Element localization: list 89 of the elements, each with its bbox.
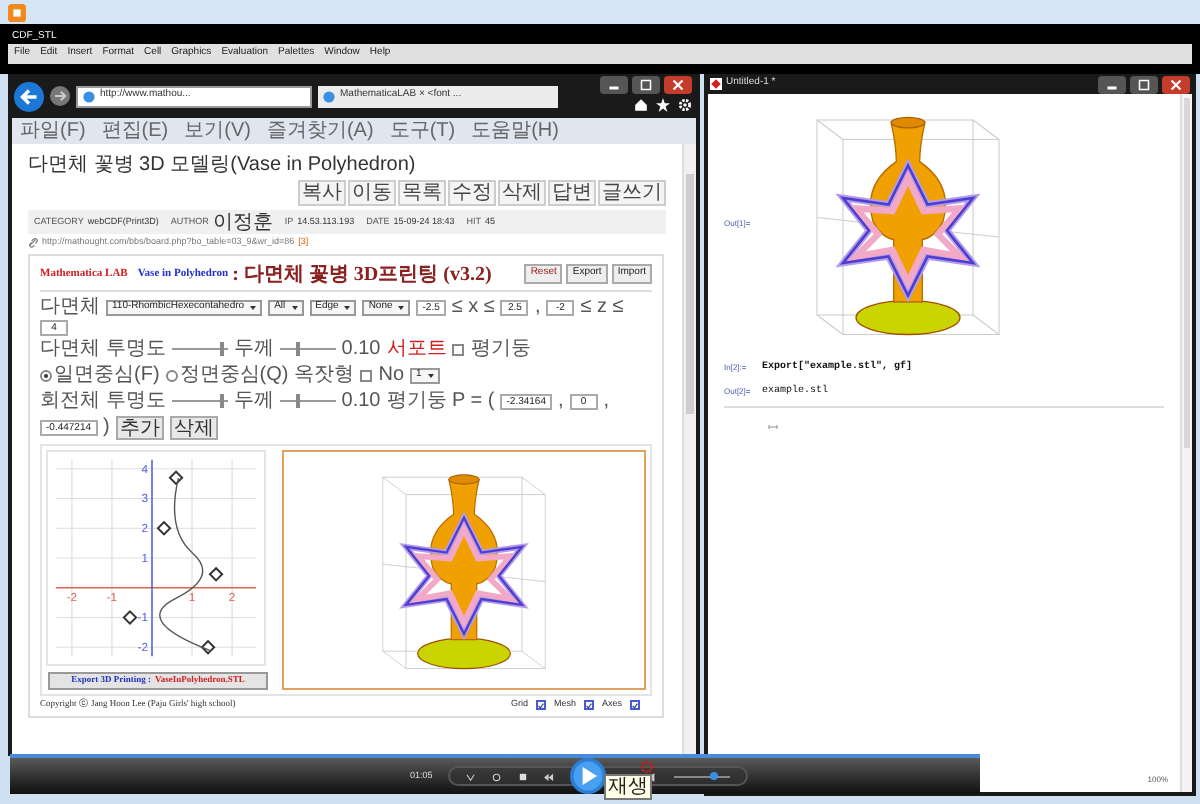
tooltip: 재생 — [604, 774, 652, 800]
minimize-icon[interactable] — [1098, 75, 1126, 93]
scrollbar[interactable] — [1180, 94, 1192, 792]
close-icon[interactable] — [664, 76, 692, 94]
board-button[interactable]: 복사 — [298, 180, 346, 206]
checkbox[interactable] — [583, 700, 594, 710]
slider-thumb[interactable] — [295, 394, 300, 408]
slider-thumb[interactable] — [295, 342, 300, 356]
caret-icon — [427, 373, 434, 377]
slider-thumb[interactable] — [220, 394, 225, 408]
control-label: 0.10 — [341, 336, 381, 362]
app-subtitle: : 다면체 꽃병 3D프린팅 (v3.2) — [232, 261, 492, 289]
app-icon — [710, 78, 722, 90]
menu-item[interactable]: 즐겨찾기(A) — [266, 119, 374, 143]
scrollbar-thumb[interactable] — [1184, 98, 1190, 448]
maximize-icon[interactable] — [632, 76, 660, 94]
control-point[interactable] — [122, 610, 138, 625]
rewind-icon[interactable] — [544, 771, 555, 781]
checkbox[interactable] — [360, 369, 373, 381]
back-icon[interactable] — [14, 81, 44, 111]
caret-icon — [398, 305, 405, 309]
control-label: 두께 — [233, 388, 274, 414]
minimize-icon[interactable] — [600, 76, 628, 94]
check-icon — [632, 701, 638, 709]
menu-item[interactable]: 편집(E) — [101, 119, 169, 143]
menu-item[interactable]: 파일(F) — [20, 119, 86, 143]
radio-button[interactable] — [40, 369, 52, 381]
cursor-icon — [768, 424, 778, 430]
control-label: ) — [103, 414, 110, 440]
settings-icon[interactable] — [678, 98, 692, 112]
control-label: 서포트 — [386, 336, 447, 362]
volume-thumb[interactable] — [710, 771, 719, 779]
app-button[interactable]: 추가 — [115, 415, 164, 439]
caret-icon — [250, 305, 257, 309]
control-label: , — [558, 388, 564, 414]
control-point[interactable] — [168, 470, 184, 486]
control-label: 두께 — [233, 336, 274, 362]
checkbox[interactable] — [535, 700, 546, 710]
control-point[interactable] — [200, 639, 216, 655]
caret-icon — [291, 305, 298, 309]
checkbox[interactable] — [452, 343, 465, 355]
control-label: ≤ z ≤ — [580, 294, 624, 320]
control-point[interactable] — [156, 520, 172, 536]
control-label: 옥잣형 — [294, 362, 355, 388]
home-icon[interactable] — [634, 98, 648, 112]
board-button[interactable]: 삭제 — [498, 180, 546, 206]
link-icon — [28, 238, 38, 248]
radio-button[interactable] — [165, 369, 178, 381]
app-button[interactable]: 삭제 — [169, 415, 218, 439]
control-label: , — [534, 294, 541, 320]
control-point[interactable] — [208, 566, 224, 582]
control-label: ≤ x ≤ — [451, 294, 495, 320]
post-title: 다면체 꽃병 3D 모델링(Vase in Polyhedron) — [28, 152, 416, 180]
check-icon — [585, 701, 592, 709]
control-label: 다면체 — [40, 294, 100, 320]
board-button[interactable]: 답변 — [548, 180, 596, 206]
board-button[interactable]: 글쓰기 — [598, 180, 666, 206]
radio-label: 정면중심(Q) — [179, 362, 289, 388]
menu-item[interactable]: 도움말(H) — [471, 119, 559, 143]
stop-icon[interactable] — [518, 771, 529, 781]
page-icon — [322, 89, 336, 103]
maximize-icon[interactable] — [1130, 75, 1158, 93]
close-icon[interactable] — [1162, 75, 1190, 93]
check-icon — [537, 701, 544, 709]
control-label: 0.10 — [341, 388, 381, 414]
board-button[interactable]: 목록 — [398, 180, 446, 206]
app-icon — [8, 3, 26, 21]
control-label: 평기둥 — [470, 336, 531, 362]
caret-icon — [344, 305, 351, 309]
page-icon — [82, 89, 96, 103]
control-label: 다면체 투명도 — [40, 336, 166, 362]
scrollbar-thumb[interactable] — [686, 174, 694, 414]
menu-item[interactable]: 도구(T) — [389, 119, 456, 143]
gear-icon — [640, 760, 654, 774]
radio-label: 일면중심(F) — [54, 362, 160, 388]
control-label: , — [603, 388, 610, 414]
play-button[interactable] — [570, 758, 607, 794]
board-button[interactable]: 이동 — [348, 180, 396, 206]
slider-thumb[interactable] — [220, 342, 225, 356]
meta-value: 이정훈 — [212, 209, 273, 237]
scrollbar[interactable] — [682, 144, 696, 756]
control-label: 평기둥 P = ( — [386, 388, 495, 414]
control-label: No — [378, 362, 405, 388]
control-label: 회전체 투명도 — [40, 388, 166, 414]
checkbox[interactable] — [630, 700, 640, 710]
star-icon[interactable] — [656, 98, 670, 112]
forward-icon[interactable] — [50, 86, 70, 106]
board-button[interactable]: 수정 — [448, 180, 496, 206]
menu-item[interactable]: 보기(V) — [184, 119, 251, 143]
